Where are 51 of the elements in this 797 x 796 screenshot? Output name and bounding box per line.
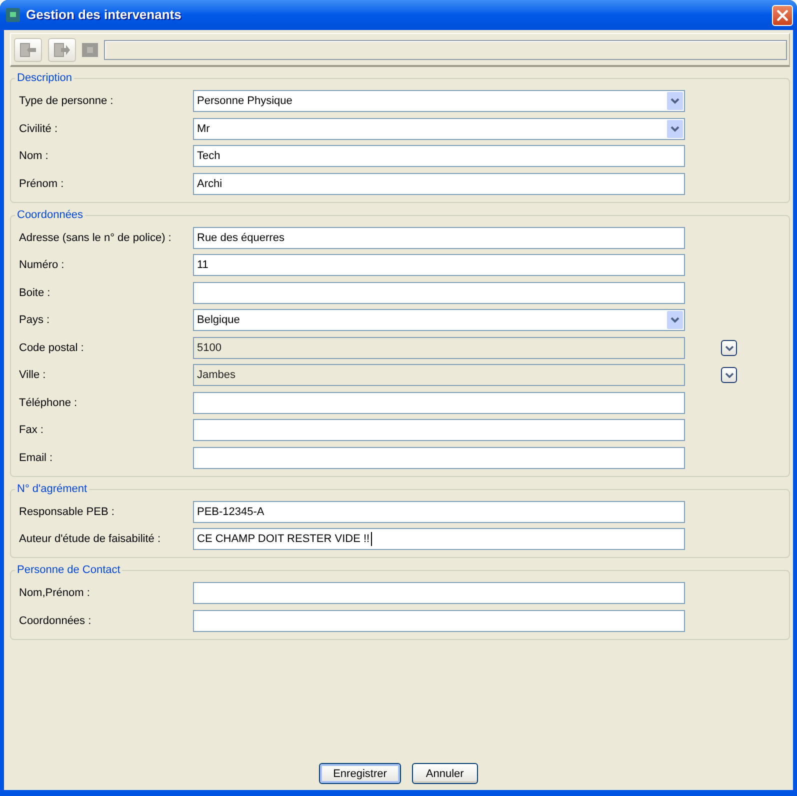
window-icon: [6, 8, 20, 22]
field-label: Fax :: [19, 423, 44, 437]
text-field[interactable]: 11: [193, 254, 685, 276]
page-arrow-left-icon: [19, 42, 37, 58]
dropdown-button[interactable]: [721, 340, 737, 356]
text-field[interactable]: [193, 446, 685, 468]
close-icon: [777, 10, 788, 20]
dialog-button[interactable]: Annuler: [412, 763, 478, 784]
field-label: Auteur d'étude de faisabilité :: [19, 532, 162, 546]
field-label: Adresse (sans le n° de police) :: [19, 230, 172, 244]
field-label: Code postal :: [19, 340, 85, 354]
field-label: Civilité :: [19, 122, 59, 136]
field-label: Téléphone :: [19, 396, 78, 410]
group-box-title: Personne de Contact: [16, 564, 122, 577]
window-title: Gestion des intervenants: [26, 7, 182, 23]
text-field[interactable]: PEB-12345-A: [193, 500, 685, 522]
page-arrow-right-icon: [53, 42, 71, 58]
dropdown-field[interactable]: Personne Physique: [193, 90, 685, 112]
text-field[interactable]: [193, 282, 685, 304]
group-box-title: Coordonnées: [16, 208, 84, 222]
text-field[interactable]: CE CHAMP DOIT RESTER VIDE !!: [193, 528, 685, 550]
field-label: Prénom :: [19, 176, 65, 190]
field-label: Email :: [19, 450, 54, 464]
group-box-title: N° d'agrément: [16, 482, 88, 496]
text-field[interactable]: [193, 392, 685, 414]
field-label: Boite :: [19, 286, 52, 300]
chevron-down-icon: [667, 92, 683, 110]
dropdown-field[interactable]: Belgique: [193, 309, 685, 331]
dialog-button[interactable]: Enregistrer: [319, 763, 401, 784]
text-field[interactable]: [193, 610, 685, 632]
field-label: Ville :: [19, 368, 47, 382]
text-field[interactable]: Archi: [193, 172, 685, 194]
chevron-down-icon: [667, 120, 683, 138]
group-box-title: Description: [16, 72, 74, 85]
text-field[interactable]: Rue des équerres: [193, 226, 685, 248]
dropdown-field[interactable]: Mr: [193, 118, 685, 140]
text-field[interactable]: Tech: [193, 145, 685, 167]
dropdown-button[interactable]: [721, 367, 737, 383]
field-label: Pays :: [19, 313, 51, 327]
field-label: Coordonnées :: [19, 614, 92, 628]
chevron-down-icon: [724, 372, 734, 378]
chevron-down-icon: [667, 311, 683, 329]
field-label: Nom :: [19, 149, 50, 163]
field-label: Type de personne :: [19, 94, 114, 108]
chevron-down-icon: [724, 344, 734, 350]
field-label: Numéro :: [19, 258, 66, 272]
close-button[interactable]: [772, 4, 793, 26]
field-label: Nom,Prénom :: [19, 586, 91, 600]
text-field[interactable]: [193, 419, 685, 441]
field-label: Responsable PEB :: [19, 504, 116, 518]
text-field[interactable]: [193, 582, 685, 604]
